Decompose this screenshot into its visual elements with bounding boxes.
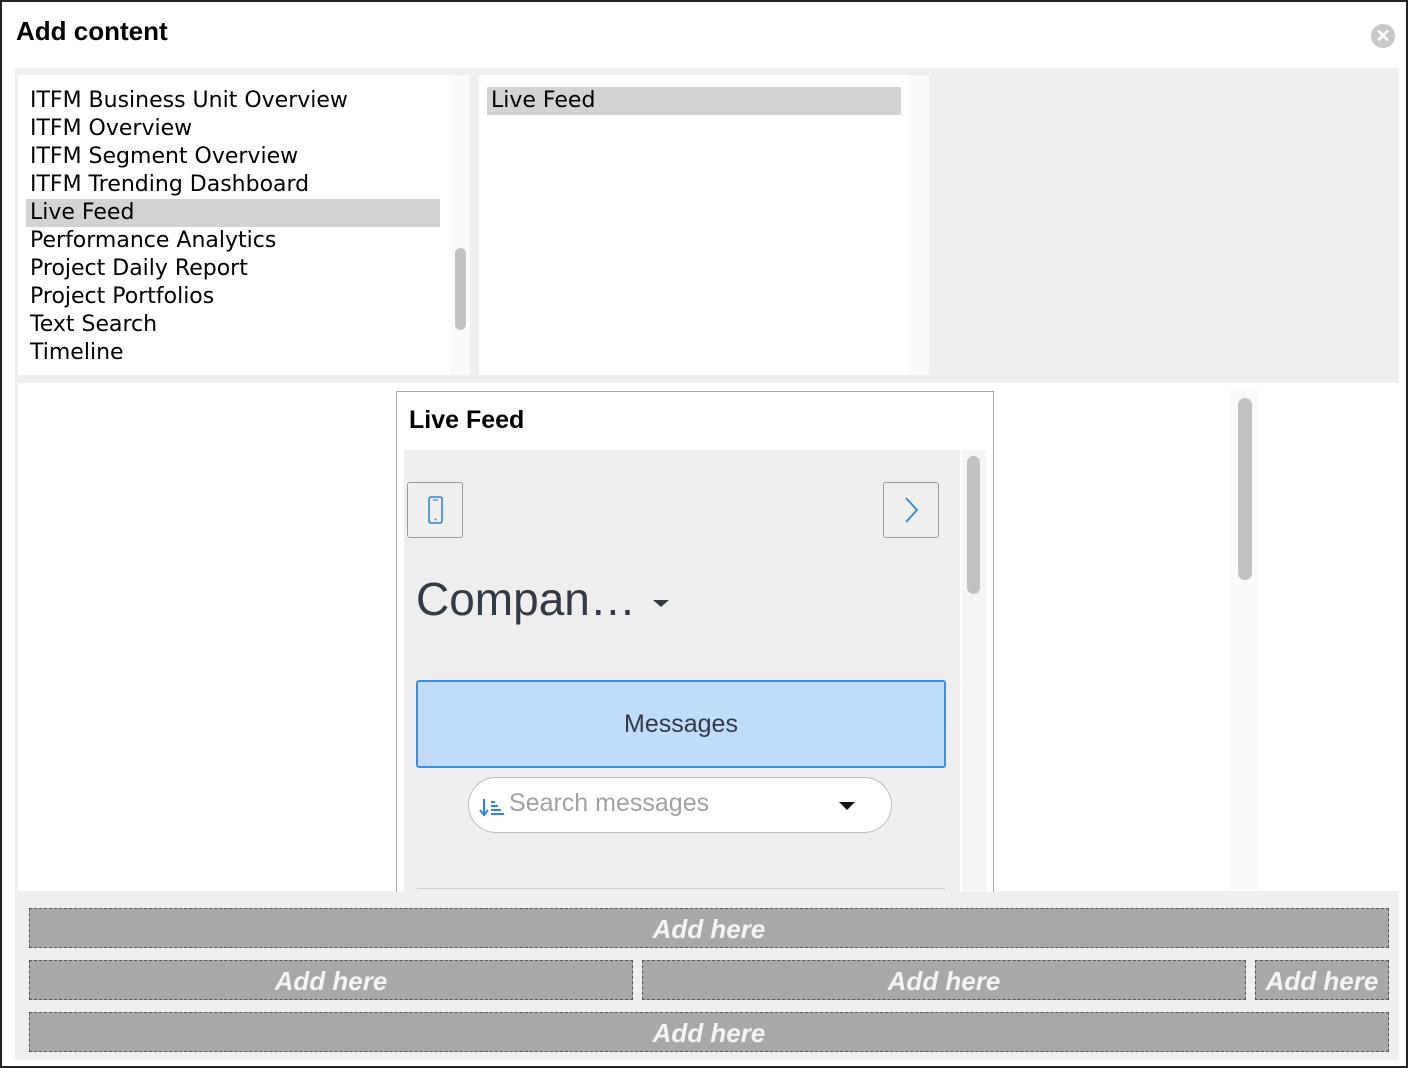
category-list-scrollbar[interactable] <box>450 75 470 375</box>
search-dropdown-caret-icon[interactable] <box>839 802 855 810</box>
category-item[interactable]: Project Daily Report <box>26 255 440 283</box>
category-list: ITFM Business Unit Overview ITFM Overvie… <box>18 75 450 375</box>
category-item[interactable]: ITFM Trending Dashboard <box>26 171 440 199</box>
messages-button[interactable]: Messages <box>416 680 946 768</box>
search-messages-field[interactable]: Search messages <box>468 777 892 833</box>
category-item-selected[interactable]: Live Feed <box>26 199 440 227</box>
add-content-dialog: Add content ✕ ITFM Business Unit Overvie… <box>0 0 1408 1068</box>
preview-scrollbar-thumb[interactable] <box>1238 398 1252 580</box>
category-item[interactable]: ITFM Segment Overview <box>26 143 440 171</box>
device-button[interactable] <box>407 482 463 538</box>
chevron-right-icon <box>905 497 919 523</box>
next-button[interactable] <box>883 482 939 538</box>
search-placeholder: Search messages <box>509 789 710 817</box>
category-list-scrollbar-thumb[interactable] <box>455 248 466 330</box>
preview-card-scrollbar-thumb[interactable] <box>967 456 980 594</box>
category-item[interactable]: Timeline <box>26 339 440 367</box>
next-section-edge <box>416 888 946 892</box>
dialog-title: Add content <box>16 16 168 46</box>
close-icon[interactable]: ✕ <box>1371 24 1395 48</box>
add-here-zone[interactable]: Add here <box>29 1012 1389 1052</box>
widget-list: Live Feed <box>479 75 909 375</box>
category-item[interactable]: Text Search <box>26 311 440 339</box>
widget-preview-card: Live Feed Compan… Messages Search messag… <box>396 391 994 892</box>
sort-descending-icon <box>479 799 504 817</box>
category-item[interactable]: ITFM Overview <box>26 115 440 143</box>
category-item[interactable]: ITFM Business Unit Overview <box>26 87 440 115</box>
add-here-zone[interactable]: Add here <box>1255 960 1389 1000</box>
widget-item-selected[interactable]: Live Feed <box>487 87 901 115</box>
category-item[interactable]: Project Portfolios <box>26 283 440 311</box>
company-dropdown-label[interactable]: Compan… <box>416 572 636 626</box>
category-item[interactable]: Performance Analytics <box>26 227 440 255</box>
add-here-zone[interactable]: Add here <box>642 960 1246 1000</box>
company-dropdown-caret-icon[interactable] <box>653 600 669 607</box>
mobile-phone-icon <box>428 496 443 524</box>
preview-title: Live Feed <box>409 406 525 434</box>
widget-list-scrollbar[interactable] <box>909 75 929 375</box>
add-here-zone[interactable]: Add here <box>29 908 1389 948</box>
add-here-zone[interactable]: Add here <box>29 960 633 1000</box>
live-feed-panel: Compan… Messages Search messages <box>404 450 960 892</box>
